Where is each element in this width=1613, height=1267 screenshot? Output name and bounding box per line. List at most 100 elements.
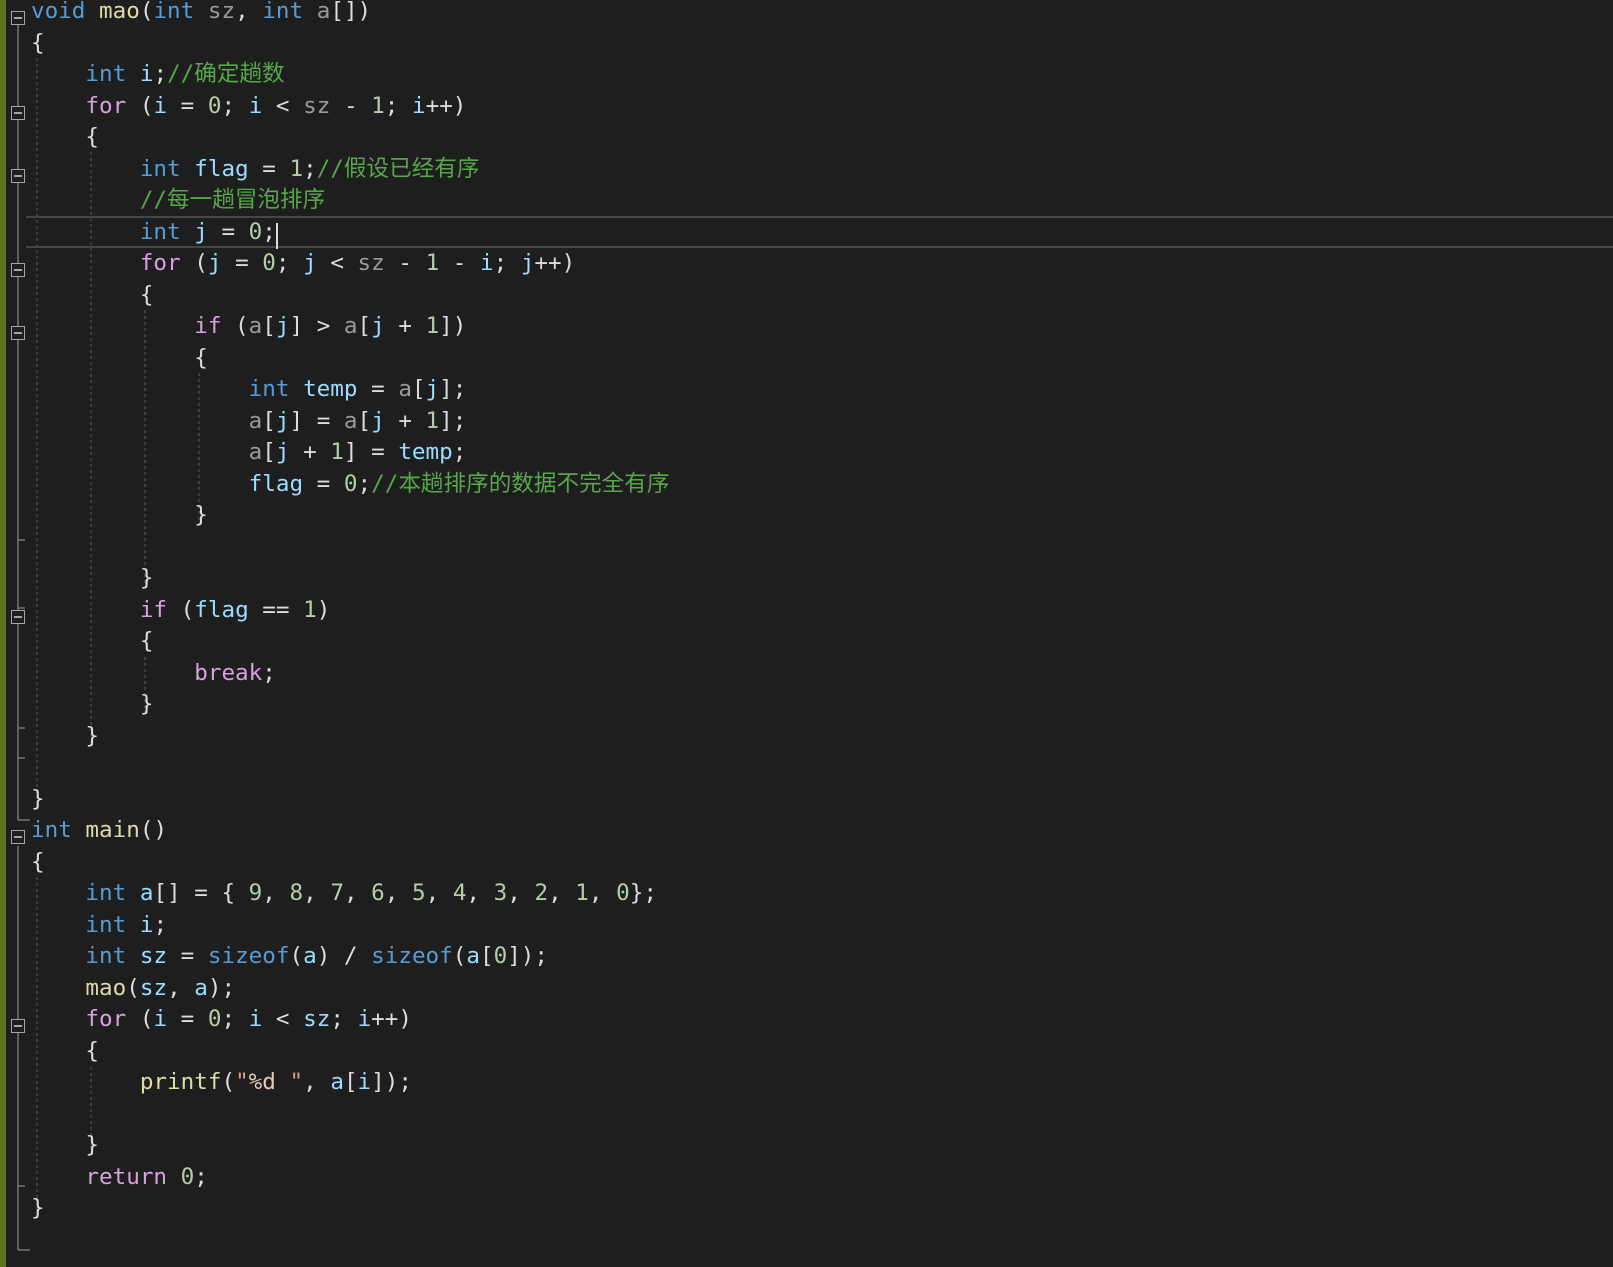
code-line[interactable]: { [0,846,1613,878]
code-token: temp [303,376,358,402]
code-line[interactable]: } [0,688,1613,720]
collapse-minus-icon[interactable] [11,105,25,120]
code-line[interactable]: } [0,783,1613,815]
code-line-text: int main() [31,814,167,846]
collapse-minus-icon[interactable] [11,263,25,277]
collapse-minus-icon[interactable] [11,830,25,844]
code-line[interactable]: int a[] = { 9, 8, 7, 6, 5, 4, 3, 2, 1, 0… [0,877,1613,909]
code-line-text: void mao(int sz, int a[]) [31,0,371,27]
code-line[interactable]: int j = 0; [26,215,1613,248]
code-token: sz [303,92,331,119]
code-line[interactable]: for (i = 0; i < sz; i++) [0,1003,1613,1035]
code-token: []) [330,0,372,24]
code-token: } [31,502,208,528]
code-line[interactable]: } [0,1192,1613,1224]
code-line-text: printf("%d ", a[i]); [31,1066,412,1098]
collapse-minus-icon[interactable] [11,1019,25,1033]
code-token: flag [248,470,304,497]
code-token: ( [167,596,195,623]
code-token: " [275,1069,304,1095]
code-token: [ [411,376,426,402]
code-line[interactable]: { [0,1035,1613,1067]
code-line[interactable]: } [0,499,1613,531]
code-token: mao [99,0,140,24]
code-line[interactable]: } [0,1129,1613,1161]
code-line[interactable]: return 0; [0,1161,1613,1193]
code-token: , [262,880,290,906]
code-line[interactable]: } [0,562,1613,594]
code-line[interactable]: for (i = 0; i < sz - 1; i++) [0,90,1613,122]
code-line[interactable]: int i; [0,909,1613,941]
code-token: } [31,785,45,812]
code-line-text: int sz = sizeof(a) / sizeof(a[0]); [31,940,548,972]
code-line[interactable]: int i;//确定趟数 [0,58,1613,90]
collapse-minus-icon[interactable] [11,609,25,624]
code-line[interactable]: { [0,121,1613,153]
code-token: [ [479,943,494,969]
code-token: i [357,1069,372,1095]
code-line-text: { [31,27,45,59]
collapse-minus-icon[interactable] [11,168,25,183]
code-line[interactable]: int flag = 1;//假设已经有序 [0,153,1613,185]
code-token: ( [126,92,154,119]
code-token: = [207,218,249,245]
code-token: 0 [616,880,630,906]
code-line-text: for (i = 0; i < sz; i++) [31,1003,412,1035]
code-token: < [316,250,358,276]
code-line[interactable]: if (flag == 1) [0,594,1613,626]
code-line[interactable]: { [0,27,1613,59]
code-line-text: } [31,499,208,531]
code-token: } [31,1132,100,1158]
code-line[interactable]: { [0,625,1613,657]
code-token: < [262,1006,304,1032]
code-token: + [384,407,426,434]
code-line-text: for (i = 0; i < sz - 1; i++) [31,90,466,122]
code-token: ( [180,250,208,276]
code-line[interactable]: if (a[j] > a[j + 1]) [0,310,1613,342]
code-token: j [275,407,290,434]
code-line[interactable] [0,751,1613,783]
collapse-minus-icon[interactable] [11,11,25,25]
code-line-text: } [31,562,154,594]
code-token: int [153,0,195,24]
code-line[interactable]: break; [0,657,1613,689]
code-line[interactable]: int temp = a[j]; [0,373,1613,405]
code-line[interactable]: //每一趟冒泡排序 [0,184,1613,216]
code-line[interactable]: int main() [0,814,1613,846]
code-token: 6 [371,880,385,906]
code-line[interactable]: { [0,342,1613,374]
code-line[interactable]: a[j] = a[j + 1]; [0,405,1613,437]
code-token: sz [303,1006,331,1032]
code-token: int [248,376,290,402]
code-line-text: int i;//确定趟数 [31,58,284,90]
code-line-text: { [31,846,45,878]
code-line[interactable]: void mao(int sz, int a[]) [0,0,1613,27]
code-token: ] = [289,407,344,434]
code-line[interactable]: int sz = sizeof(a) / sizeof(a[0]); [0,940,1613,972]
code-line[interactable]: printf("%d ", a[i]); [0,1066,1613,1098]
code-editor[interactable]: void mao(int sz, int a[]){ int i;//确定趟数 … [0,0,1613,1267]
code-line[interactable]: mao(sz, a); [0,972,1613,1004]
collapse-minus-icon[interactable] [11,326,25,340]
code-token: == [248,596,304,623]
code-line[interactable]: a[j + 1] = temp; [0,436,1613,468]
code-line-text: if (flag == 1) [31,594,331,626]
code-line[interactable] [0,1098,1613,1130]
code-token: 1 [303,596,317,623]
code-line[interactable] [0,531,1613,563]
code-line[interactable]: for (j = 0; j < sz - 1 - i; j++) [0,247,1613,279]
code-line[interactable]: { [0,279,1613,311]
code-line[interactable]: flag = 0;//本趟排序的数据不完全有序 [0,468,1613,500]
code-token: int [139,218,181,245]
code-line[interactable]: } [0,720,1613,752]
